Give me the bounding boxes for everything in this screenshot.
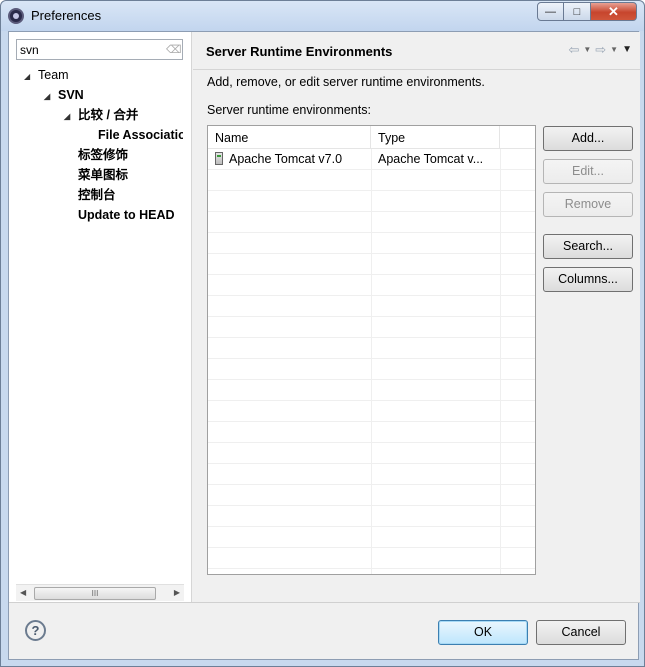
- preferences-window: Preferences — □ ✕ ⌫ ◢Team ◢SVN ◢比较 / 合并: [0, 0, 645, 667]
- footer-divider: [9, 602, 640, 603]
- tree-item-label: File Associatio: [98, 128, 183, 142]
- scroll-right-arrow-icon[interactable]: ▶: [174, 588, 180, 597]
- table-label: Server runtime environments:: [207, 103, 371, 117]
- table-row-empty: [208, 191, 535, 212]
- edit-button[interactable]: Edit...: [543, 159, 633, 184]
- back-history-dropdown-icon[interactable]: ▼: [583, 45, 591, 58]
- tree-item-label: Update to HEAD: [78, 208, 175, 222]
- header-divider: [193, 69, 640, 70]
- table-row[interactable]: Apache Tomcat v7.0 Apache Tomcat v...: [208, 149, 535, 170]
- runtime-name: Apache Tomcat v7.0: [229, 152, 343, 166]
- preferences-sidebar: ⌫ ◢Team ◢SVN ◢比较 / 合并 File Associatio 标签…: [9, 32, 192, 602]
- minimize-button[interactable]: —: [537, 2, 564, 21]
- tree-item-team[interactable]: ◢ Team: [24, 65, 69, 85]
- table-row-empty: [208, 212, 535, 233]
- expand-twisty-icon[interactable]: ◢: [24, 67, 38, 87]
- filter-field[interactable]: ⌫: [16, 39, 183, 60]
- dialog-body: ⌫ ◢Team ◢SVN ◢比较 / 合并 File Associatio 标签…: [8, 31, 640, 660]
- tree-item-menu-icons[interactable]: 菜单图标: [78, 165, 128, 185]
- tree-item-label: 标签修饰: [78, 148, 129, 162]
- sidebar-horizontal-scrollbar[interactable]: ◀ III ▶: [16, 584, 184, 601]
- table-row-empty: [208, 359, 535, 380]
- forward-arrow-icon[interactable]: ⇨: [595, 42, 606, 58]
- page-description: Add, remove, or edit server runtime envi…: [207, 75, 485, 89]
- tree-item-console[interactable]: 控制台: [78, 185, 116, 205]
- preference-page: Server Runtime Environments ⇦ ▼ ⇨ ▼ ▼ Ad…: [193, 32, 640, 602]
- table-row-empty: [208, 296, 535, 317]
- scroll-left-arrow-icon[interactable]: ◀: [20, 588, 26, 597]
- title-bar[interactable]: Preferences — □ ✕: [1, 1, 644, 31]
- cell-name: Apache Tomcat v7.0: [215, 149, 369, 170]
- tree-item-file-associations[interactable]: File Associatio: [98, 125, 183, 145]
- tree-item-compare-merge[interactable]: ◢ 比较 / 合并: [64, 105, 138, 125]
- table-row-empty: [208, 485, 535, 506]
- cancel-button[interactable]: Cancel: [536, 620, 626, 645]
- table-row-empty: [208, 338, 535, 359]
- ok-button[interactable]: OK: [438, 620, 528, 645]
- back-arrow-icon[interactable]: ⇦: [568, 42, 579, 58]
- expand-twisty-icon[interactable]: ◢: [64, 107, 78, 127]
- table-row-empty: [208, 464, 535, 485]
- remove-button[interactable]: Remove: [543, 192, 633, 217]
- table-row-empty: [208, 380, 535, 401]
- table-row-empty: [208, 233, 535, 254]
- expand-twisty-icon[interactable]: ◢: [44, 87, 58, 107]
- close-button[interactable]: ✕: [591, 2, 637, 21]
- clear-filter-icon[interactable]: ⌫: [166, 43, 182, 56]
- tree-item-label: SVN: [58, 88, 84, 102]
- server-runtime-icon: [215, 152, 223, 165]
- table-row-empty: [208, 170, 535, 191]
- column-header-type[interactable]: Type: [371, 126, 500, 149]
- columns-button[interactable]: Columns...: [543, 267, 633, 292]
- runtime-environments-table[interactable]: Name Type Apache Tomcat v7.0 Apache Tomc…: [207, 125, 536, 575]
- cell-type: Apache Tomcat v...: [378, 152, 484, 166]
- eclipse-app-icon: [8, 8, 24, 24]
- tree-item-label: 比较 / 合并: [78, 108, 139, 122]
- tree-item-label: Team: [38, 68, 69, 82]
- search-button[interactable]: Search...: [543, 234, 633, 259]
- table-row-empty: [208, 401, 535, 422]
- scrollbar-thumb[interactable]: III: [34, 587, 156, 600]
- table-row-empty: [208, 317, 535, 338]
- tree-item-label: 菜单图标: [78, 168, 129, 182]
- tree-item-svn[interactable]: ◢ SVN: [44, 85, 84, 105]
- filter-input[interactable]: [17, 40, 157, 59]
- tree-item-label: 控制台: [78, 188, 116, 202]
- table-header: Name Type: [208, 126, 535, 149]
- tree-item-label-decorations[interactable]: 标签修饰: [78, 145, 128, 165]
- view-menu-icon[interactable]: ▼: [622, 44, 632, 58]
- column-header-name[interactable]: Name: [208, 126, 371, 149]
- add-button[interactable]: Add...: [543, 126, 633, 151]
- table-row-empty: [208, 275, 535, 296]
- page-title: Server Runtime Environments: [206, 44, 393, 59]
- table-row-empty: [208, 506, 535, 527]
- table-row-empty: [208, 443, 535, 464]
- forward-history-dropdown-icon[interactable]: ▼: [610, 45, 618, 58]
- tree-item-update-to-head[interactable]: Update to HEAD: [78, 205, 175, 225]
- table-row-empty: [208, 422, 535, 443]
- table-row-empty: [208, 527, 535, 548]
- page-navigation: ⇦ ▼ ⇨ ▼ ▼: [568, 42, 632, 58]
- window-title: Preferences: [31, 8, 102, 23]
- table-row-empty: [208, 548, 535, 569]
- table-row-empty: [208, 254, 535, 275]
- window-controls: — □ ✕: [537, 2, 637, 21]
- maximize-button[interactable]: □: [564, 2, 591, 21]
- help-icon[interactable]: ?: [25, 620, 46, 641]
